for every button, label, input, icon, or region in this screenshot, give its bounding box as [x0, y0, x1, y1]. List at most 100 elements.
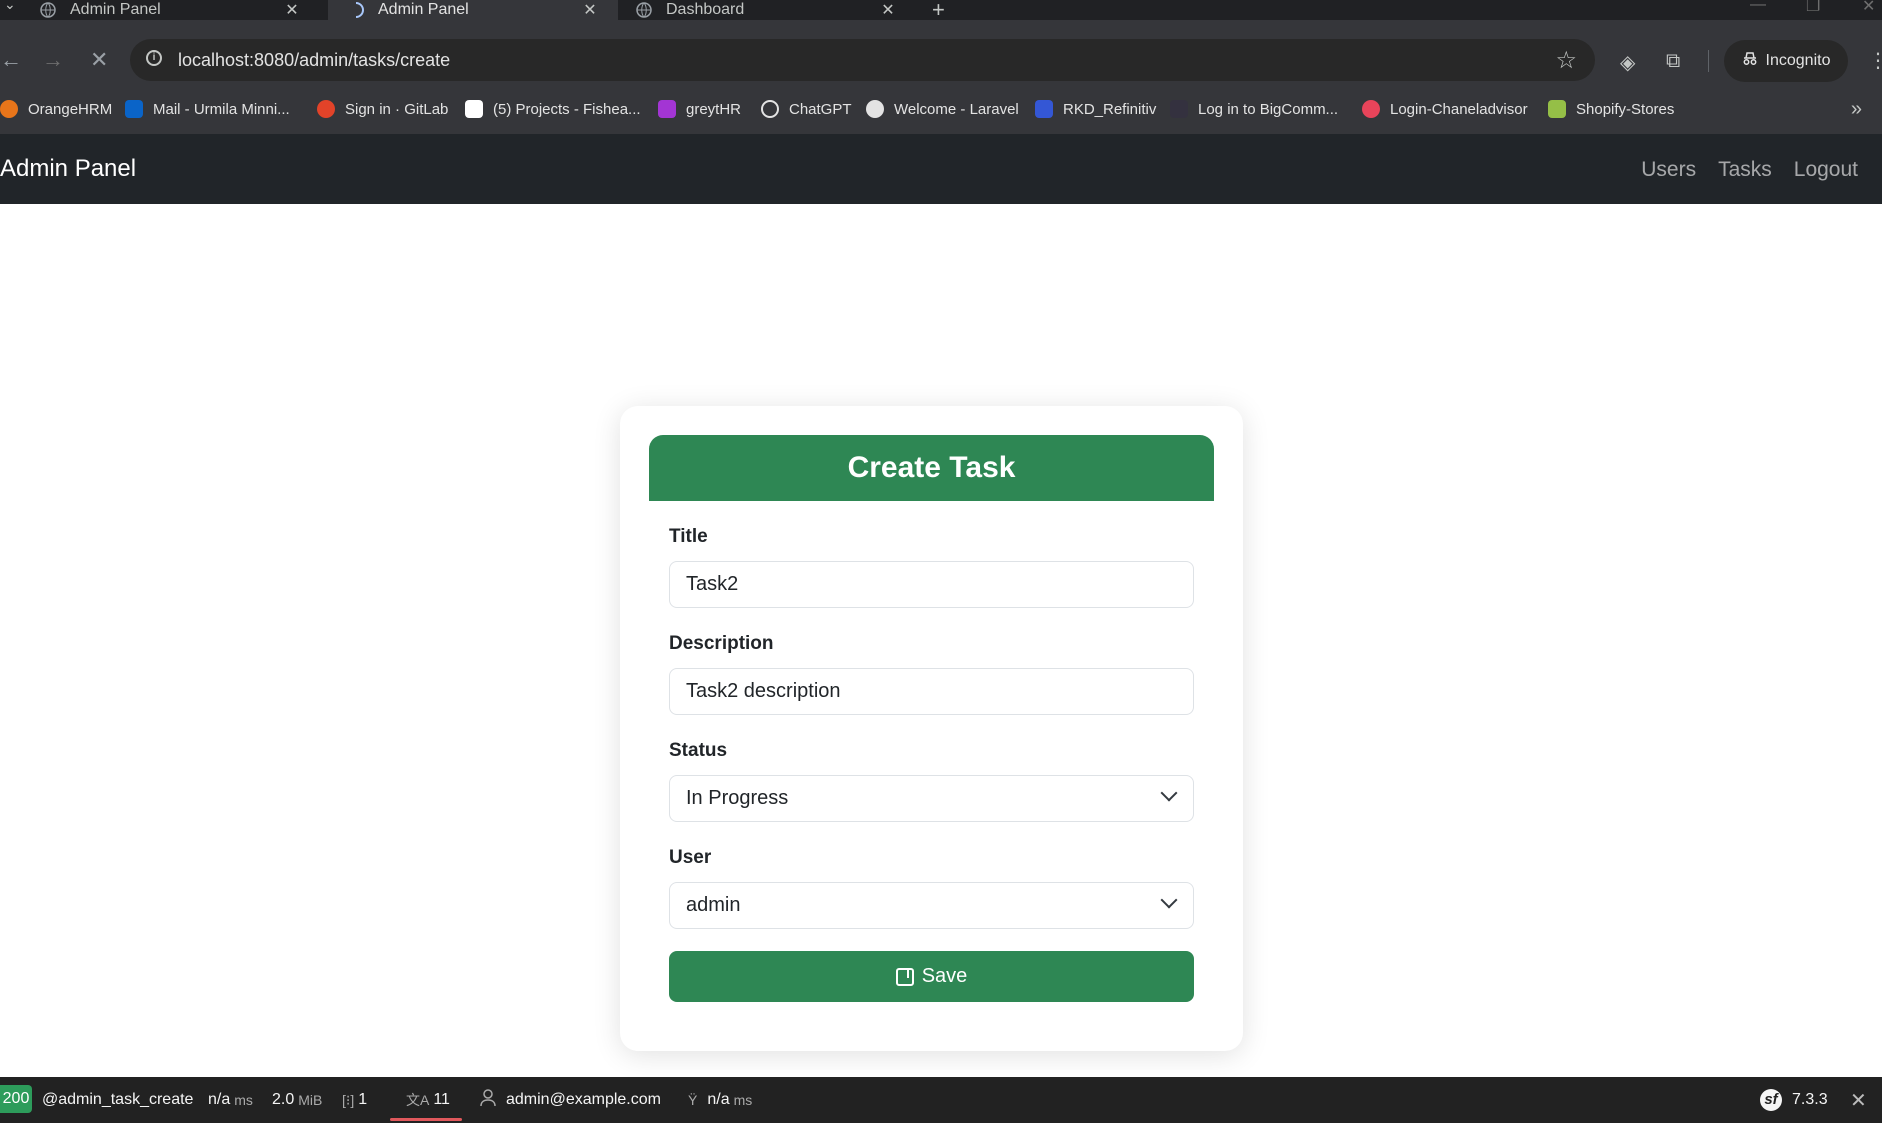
close-tab-icon[interactable]: ✕	[878, 0, 898, 20]
save-button[interactable]: Save	[669, 951, 1194, 1002]
forms-count: 1	[358, 1091, 368, 1108]
incognito-label: Incognito	[1765, 52, 1831, 69]
maximize-icon[interactable]: ❐	[1806, 0, 1820, 16]
bookmark-item[interactable]: Mail - Urmila Minni...	[125, 97, 290, 121]
bookmark-item[interactable]: RKD_Refinitiv	[1035, 97, 1156, 121]
save-button-label: Save	[921, 965, 968, 987]
nav-link-tasks[interactable]: Tasks	[1718, 158, 1772, 182]
bookmark-label: Mail - Urmila Minni...	[153, 100, 290, 118]
translation-item[interactable]: 文A 11	[406, 1077, 450, 1123]
bookmark-item[interactable]: Shopify-Stores	[1548, 97, 1674, 121]
site-info-icon[interactable]: i	[146, 50, 162, 66]
memory-value: 2.0	[272, 1091, 295, 1108]
translation-warning-indicator	[390, 1118, 462, 1121]
time-item[interactable]: n/a ms	[208, 1077, 253, 1123]
forward-icon[interactable]: →	[42, 48, 64, 72]
description-input[interactable]: Task2 description	[669, 668, 1194, 715]
browser-tab-active[interactable]: Admin Panel ✕	[328, 0, 618, 20]
status-code-badge[interactable]: 200	[0, 1085, 32, 1113]
browser-tabstrip: ⌄ Admin Panel ✕ Admin Panel ✕ Dashboard …	[0, 0, 1882, 22]
bookmark-favicon-icon	[317, 100, 335, 118]
user-select[interactable]: admin	[669, 882, 1194, 929]
brand-title[interactable]: Admin Panel	[0, 155, 136, 183]
close-tab-icon[interactable]: ✕	[580, 0, 600, 20]
bookmark-item[interactable]: ChatGPT	[761, 97, 852, 121]
close-tab-icon[interactable]: ✕	[282, 0, 302, 20]
bookmark-label: Login-Chaneladvisor	[1390, 100, 1528, 118]
close-window-icon[interactable]: ✕	[1862, 0, 1875, 16]
bookmark-favicon-icon	[866, 100, 884, 118]
browser-tab[interactable]: Admin Panel ✕	[0, 0, 320, 20]
time-value: n/a	[208, 1091, 231, 1108]
bookmark-label: RKD_Refinitiv	[1063, 100, 1157, 118]
bookmark-favicon-icon	[761, 100, 779, 118]
url-text[interactable]: localhost:8080/admin/tasks/create	[178, 50, 450, 71]
bookmark-item[interactable]: Sign in · GitLab	[317, 97, 448, 121]
title-label: Title	[669, 526, 708, 547]
forms-item[interactable]: [⁝] 1	[342, 1077, 367, 1123]
title-input[interactable]: Task2	[669, 561, 1194, 608]
status-select[interactable]: In Progress	[669, 775, 1194, 822]
bookmark-favicon-icon	[1170, 100, 1188, 118]
route-name: @admin_task_create	[42, 1091, 194, 1108]
translation-icon: 文A	[406, 1092, 430, 1108]
bookmark-item[interactable]: Welcome - Laravel	[866, 97, 1019, 121]
memory-item[interactable]: 2.0 MiB	[272, 1077, 322, 1123]
bookmark-item[interactable]: Login-Chaneladvisor	[1362, 97, 1528, 121]
bookmark-item[interactable]: Log in to BigComm...	[1170, 97, 1338, 121]
bookmark-favicon-icon	[658, 100, 676, 118]
nav-link-users[interactable]: Users	[1641, 158, 1696, 182]
incognito-badge[interactable]: Incognito	[1724, 40, 1848, 82]
cast-icon[interactable]: ◈	[1620, 50, 1635, 75]
bookmark-item[interactable]: (5) Projects - Fishea...	[465, 97, 641, 121]
minimize-icon[interactable]: —	[1750, 0, 1766, 14]
bookmark-label: Sign in · GitLab	[345, 100, 449, 118]
bookmark-label: (5) Projects - Fishea...	[493, 100, 641, 118]
symfony-version-item[interactable]: sf 7.3.3	[1760, 1077, 1828, 1123]
browser-tab[interactable]: Dashboard ✕	[626, 0, 916, 20]
twig-icon: Ÿ	[688, 1092, 698, 1108]
app-navbar: Admin Panel Users Tasks Logout	[0, 134, 1882, 204]
memory-unit: MiB	[298, 1092, 323, 1108]
debug-toolbar: 200 @admin_task_create n/a ms 2.0 MiB [⁝…	[0, 1077, 1882, 1123]
bookmark-label: ChatGPT	[789, 100, 852, 118]
bookmark-item[interactable]: greytHR	[658, 97, 741, 121]
chevron-down-icon	[1160, 891, 1178, 909]
logged-in-user: admin@example.com	[506, 1091, 661, 1108]
symfony-logo-icon: sf	[1760, 1089, 1782, 1111]
time-unit: ms	[234, 1092, 253, 1108]
close-toolbar-icon[interactable]: ✕	[1850, 1077, 1867, 1123]
bookmark-favicon-icon	[465, 100, 483, 118]
chevron-down-icon	[1160, 784, 1178, 802]
tab-title: Admin Panel	[378, 1, 469, 18]
stop-loading-icon[interactable]: ✕	[90, 48, 108, 72]
user-select-value: admin	[686, 894, 741, 916]
extensions-icon[interactable]: ⧉	[1666, 50, 1680, 73]
globe-icon	[636, 2, 652, 18]
card-heading: Create Task	[649, 435, 1214, 501]
bookmark-favicon-icon	[125, 100, 143, 118]
nav-link-logout[interactable]: Logout	[1794, 158, 1858, 182]
address-bar[interactable]: i localhost:8080/admin/tasks/create ☆	[130, 39, 1595, 81]
bookmark-label: greytHR	[686, 100, 742, 118]
user-label: User	[669, 847, 712, 868]
bookmark-star-icon[interactable]: ☆	[1555, 46, 1577, 75]
title-input-value: Task2	[686, 573, 739, 595]
tab-title: Dashboard	[666, 1, 745, 18]
security-item[interactable]: admin@example.com	[480, 1077, 661, 1123]
bookmark-favicon-icon	[1362, 100, 1380, 118]
nav-links: Users Tasks Logout	[1641, 158, 1858, 182]
bookmark-favicon-icon	[1548, 100, 1566, 118]
twig-item[interactable]: Ÿ n/a ms	[688, 1077, 752, 1123]
symfony-version: 7.3.3	[1792, 1091, 1828, 1108]
loading-spinner-icon	[348, 2, 364, 18]
bookmark-item[interactable]: OrangeHRM	[0, 97, 112, 121]
back-icon[interactable]: ←	[0, 48, 22, 72]
bookmark-favicon-icon	[1035, 100, 1053, 118]
more-bookmarks-icon[interactable]: »	[1851, 98, 1862, 121]
description-label: Description	[669, 633, 774, 654]
route-item[interactable]: @admin_task_create	[42, 1077, 193, 1123]
save-icon	[895, 967, 914, 986]
browser-menu-icon[interactable]: ⋮	[1868, 48, 1882, 73]
create-task-card: Create Task Title Task2 Description Task…	[620, 406, 1243, 1051]
